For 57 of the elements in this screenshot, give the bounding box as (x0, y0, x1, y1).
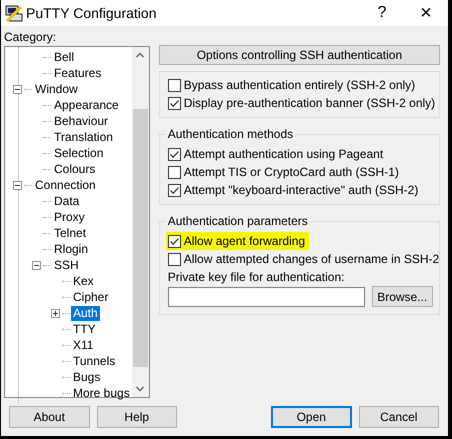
field-label: Private key file for authentication: (168, 270, 346, 286)
tree-item[interactable]: Rlogin (52, 242, 90, 256)
tree-item[interactable]: SSH (52, 258, 81, 272)
collapse-icon[interactable] (13, 84, 22, 94)
tree-item[interactable]: Bugs (71, 370, 102, 384)
checkbox-label: Allow attempted changes of username in SSH-2 (184, 252, 440, 266)
file-path-field[interactable] (168, 286, 365, 306)
checkbox[interactable] (168, 184, 181, 196)
tree-item[interactable]: Auth (71, 306, 100, 320)
dialog-button[interactable]: Cancel (358, 406, 440, 428)
scrollbar[interactable] (132, 47, 149, 397)
app-icon (4, 3, 24, 23)
collapse-icon[interactable] (13, 180, 22, 190)
tree-item[interactable]: Connection (33, 178, 98, 192)
tree-item[interactable]: Colours (52, 162, 98, 176)
tree-item[interactable]: Data (52, 194, 82, 208)
tree-item[interactable]: Translation (52, 130, 115, 144)
checkbox[interactable] (168, 166, 181, 178)
checkbox[interactable] (168, 148, 181, 160)
tree-item[interactable]: Bell (52, 50, 76, 64)
checkbox-label: Display pre-authentication banner (SSH-2 only) (184, 96, 436, 110)
group-title: Authentication parameters (166, 214, 310, 228)
section-header: Options controlling SSH authentication (158, 45, 440, 65)
help-button[interactable]: ? (360, 4, 404, 22)
window-title: PuTTY Configuration (26, 5, 158, 21)
tree-item[interactable]: More bugs (71, 386, 132, 400)
dialog-button[interactable]: Open (271, 406, 352, 428)
expand-icon[interactable] (51, 308, 60, 318)
checkbox-label: Attempt "keyboard-interactive" auth (SSH-2) (184, 183, 418, 197)
tree-item[interactable]: Features (52, 66, 104, 80)
category-label: Category: (4, 30, 58, 45)
tree-item[interactable]: Proxy (52, 210, 87, 224)
checkbox-label: Allow agent forwarding (184, 234, 306, 248)
dialog-button[interactable]: About (9, 406, 90, 428)
close-button[interactable]: × (404, 2, 448, 24)
tree-item[interactable]: TTY (71, 322, 98, 336)
collapse-icon[interactable] (32, 260, 41, 270)
dialog-button[interactable]: Help (96, 406, 177, 428)
tree-item[interactable]: Tunnels (71, 354, 118, 368)
tree-item[interactable]: Cipher (71, 290, 110, 304)
tree-item[interactable]: Window (33, 82, 80, 96)
scroll-thumb[interactable] (132, 109, 148, 367)
group-title: Authentication methods (166, 127, 296, 141)
tree-item[interactable]: X11 (71, 338, 96, 352)
tree-item[interactable]: Telnet (52, 226, 88, 240)
checkbox-label: Attempt authentication using Pageant (184, 147, 384, 161)
checkbox-label: Attempt TIS or CryptoCard auth (SSH-1) (184, 165, 399, 179)
tree-item[interactable]: Selection (52, 146, 106, 160)
checkbox[interactable] (168, 78, 181, 92)
tree-item[interactable]: Kex (71, 274, 96, 288)
checkbox[interactable] (168, 96, 181, 110)
checkbox[interactable] (168, 252, 181, 266)
checkbox[interactable] (168, 234, 181, 248)
browse-button[interactable]: Browse... (372, 286, 433, 307)
checkbox-label: Bypass authentication entirely (SSH-2 only) (184, 78, 416, 92)
tree-item[interactable]: Behaviour (52, 114, 110, 128)
tree-item[interactable]: Appearance (52, 98, 121, 112)
